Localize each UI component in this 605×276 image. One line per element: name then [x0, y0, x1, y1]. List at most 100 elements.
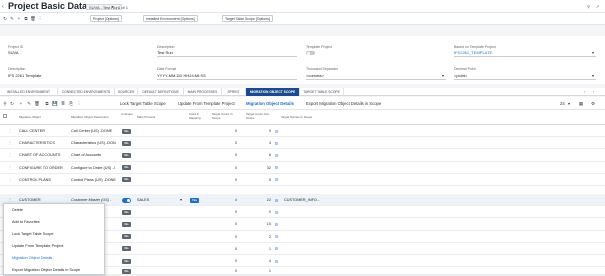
col-header-object-desc[interactable]: Migration Object Description	[71, 116, 109, 120]
menu-item-add-favorites[interactable]: Add to Favorites	[4, 216, 104, 228]
chevron-down-icon[interactable]: ▾	[568, 101, 570, 106]
chevron-down-icon[interactable]: ▾	[110, 4, 115, 9]
in-scope-badge: No	[122, 128, 131, 134]
chevron-right-icon[interactable]: ›	[593, 89, 594, 94]
more-icon[interactable]: ⋮	[76, 100, 82, 107]
decimal-value[interactable]: <point>	[454, 73, 467, 78]
based-on-value[interactable]: IFS2261_TEMPLATE	[454, 50, 492, 55]
col-header-main-process[interactable]: Main Process	[137, 116, 155, 120]
row-menu-icon[interactable]: ⋮	[8, 125, 12, 137]
project-options-button[interactable]: Project [Options]	[90, 15, 122, 22]
in-scope-badge: No	[122, 268, 131, 274]
list-icon[interactable]: ☰	[274, 198, 279, 203]
list-icon[interactable]: ☰	[274, 129, 279, 134]
save-icon[interactable]: 💾	[52, 100, 58, 107]
chevron-down-icon[interactable]: ▾	[592, 50, 594, 55]
in-scope-badge: No	[122, 246, 131, 252]
list-icon[interactable]: ☰	[274, 153, 279, 158]
title-bar: ‹ Project Basic Data SUVA - Test Run 1 o…	[0, 0, 605, 13]
list-icon[interactable]: ☰	[274, 165, 279, 170]
tab-main-processes[interactable]: MAIN PROCESSES	[184, 88, 222, 96]
list-icon[interactable]: ≣	[60, 100, 66, 107]
chevron-left-icon[interactable]: ‹	[584, 89, 585, 94]
table-row[interactable]: ⋮ CHART OF ACCOUNTS Chart of Accounts No…	[0, 149, 605, 162]
tab-connected-environments[interactable]: CONNECTED ENVIRONMENTS	[58, 88, 115, 96]
template-project-toggle[interactable]	[306, 51, 315, 55]
edit-icon[interactable]: ✎	[9, 15, 15, 22]
in-scope-badge: No	[122, 221, 131, 227]
list-icon[interactable]: ☰	[274, 141, 279, 146]
tab-installed-environment[interactable]: INSTALLED ENVIRONMENT	[0, 88, 58, 96]
chevron-down-icon[interactable]: ▾	[442, 73, 444, 78]
lock-target-scope-button[interactable]: Lock Target Table Scope	[118, 100, 168, 107]
tab-migration-object-scope[interactable]: MIGRATION OBJECT SCOPE	[246, 88, 300, 96]
target-scope-button[interactable]: Target Table Scope [Options]	[222, 15, 273, 22]
more-icon[interactable]: ⋮	[37, 15, 43, 22]
list-icon[interactable]: ☰	[274, 234, 279, 239]
export-details-button[interactable]: Export Migration Object Details in Scope	[304, 100, 383, 107]
based-on-underline	[454, 56, 596, 57]
filter-icon[interactable]: ⚲	[2, 100, 8, 107]
refresh-icon[interactable]: ↻	[2, 15, 8, 22]
installed-env-button[interactable]: Installed Environment [Options]	[143, 15, 198, 22]
attach-icon[interactable]: ⎘	[68, 100, 74, 107]
copy-icon[interactable]: ⧉	[23, 15, 29, 22]
row-menu-icon[interactable]: ⋮	[8, 137, 12, 149]
edit-icon[interactable]: ✎	[26, 100, 32, 107]
menu-item-migration-object-details[interactable]: Migration Object Details	[4, 252, 104, 264]
row-menu-icon[interactable]: ⋮	[8, 162, 12, 174]
col-header-in-scope[interactable]: In Scope	[121, 112, 133, 117]
add-icon[interactable]: +	[16, 15, 22, 22]
table-row[interactable]: ⋮ CALL CENTER Call Center (US) -DONE No …	[0, 125, 605, 138]
col-header-object[interactable]: Migration Object	[19, 116, 41, 120]
layout-icon[interactable]: ▦	[578, 100, 584, 107]
list-icon[interactable]: ☰	[274, 222, 279, 227]
table-row[interactable]: ⋮ CHARACTERISTICS Characteristics (US) -…	[0, 137, 605, 150]
page-title: Project Basic Data	[8, 1, 88, 11]
chevron-down-icon[interactable]: ▾	[592, 73, 594, 78]
tab-sprint[interactable]: SPRINT	[222, 88, 246, 96]
row-menu-icon[interactable]: ⋮	[8, 149, 12, 161]
project-header-form: Project ID SUVA Description Test Run Tem…	[0, 36, 605, 84]
row-menu-icon[interactable]: ⋮	[8, 174, 12, 186]
menu-item-update-from-template[interactable]: Update From Template Project	[4, 240, 104, 252]
thousand-sep-value[interactable]: <comma>	[306, 73, 324, 78]
share-icon[interactable]: ↗	[595, 4, 600, 9]
delete-icon[interactable]: 🗑	[30, 15, 36, 22]
tab-default-definitions[interactable]: DEFAULT DEFINITIONS	[138, 88, 184, 96]
date-format-value[interactable]: YYYY-MM-DD HH24:MI:SS	[157, 73, 206, 78]
chevron-down-icon[interactable]: ▾	[180, 194, 182, 206]
list-icon[interactable]: ☰	[274, 246, 279, 251]
menu-item-delete[interactable]: Delete	[4, 204, 104, 216]
list-icon[interactable]: ☰	[274, 177, 279, 182]
migration-object-details-button[interactable]: Migration Object Details	[244, 100, 296, 107]
table-row[interactable]: ⋮ CONTROL PLANS Control Plans (US) -DONE…	[0, 173, 605, 186]
description2-value: IFS 2261 Template	[8, 73, 42, 78]
menu-item-export-details[interactable]: Export Migration Object Details in Scope	[4, 264, 104, 276]
settings-icon[interactable]: ⚙	[590, 100, 596, 107]
col-header-target-names[interactable]: Target Names In Scope	[281, 116, 312, 120]
copy-icon[interactable]: ⧉	[44, 100, 50, 107]
menu-item-lock-target-scope[interactable]: Lock Target Table Scope	[4, 228, 104, 240]
tab-sources[interactable]: SOURCES	[115, 88, 138, 96]
col-header-target-in-scope[interactable]: Target Count In Scope	[212, 112, 240, 120]
description-value[interactable]: Test Run	[157, 50, 173, 55]
update-from-template-button[interactable]: Update From Template Project	[176, 100, 237, 107]
back-arrow-icon[interactable]: ‹	[2, 4, 4, 10]
select-all-checkbox[interactable]	[3, 114, 7, 118]
delete-icon[interactable]: 🗑	[34, 100, 40, 107]
cell-object-desc: Chart of Accounts	[71, 153, 101, 158]
link-icon[interactable]: ⚲	[586, 4, 591, 9]
cell-main-process[interactable]: SALES	[137, 194, 149, 206]
refresh-icon[interactable]: ↻	[9, 100, 15, 107]
record-selector[interactable]: SUVA - Test Run	[86, 4, 122, 10]
tab-target-table-scope[interactable]: TARGET TABLE SCOPE	[300, 88, 344, 96]
col-header-target-out-scope[interactable]: Target Count Out Scope	[246, 112, 274, 120]
page-size-select[interactable]: 24	[558, 100, 567, 107]
col-header-used-in-mapping[interactable]: Used in Mapping	[189, 112, 205, 120]
in-scope-switch[interactable]	[122, 197, 131, 203]
list-icon[interactable]: ☰	[274, 210, 279, 215]
add-icon[interactable]: +	[18, 100, 24, 107]
list-icon[interactable]: ☰	[274, 259, 279, 264]
table-row[interactable]: ⋮ CONFIGURE TO ORDER Configure to Order …	[0, 161, 605, 174]
